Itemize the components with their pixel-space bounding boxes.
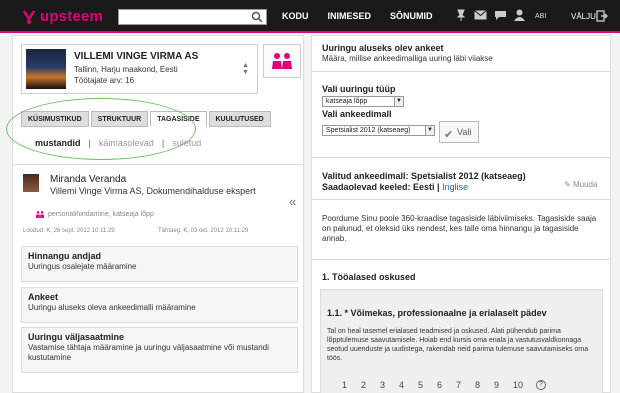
company-switch-icon[interactable]: ▲ ▼ <box>242 62 249 76</box>
help-link[interactable]: ABI <box>535 13 546 20</box>
logo-icon <box>22 10 36 24</box>
person-role: Villemi Vinge Virma AS, Dokumendihalduse… <box>50 186 256 196</box>
type-label: Vali uuringu tüüp <box>322 84 396 94</box>
chevron-down-icon: ▼ <box>394 97 403 106</box>
question-title: 1.1. * Võimekas, professionaalne ja eria… <box>327 308 547 318</box>
divider <box>13 164 303 165</box>
languages-label: Saadaolevad keeled: Eesti | <box>322 182 440 192</box>
tags-text: personalihindamine, katseaja lõpp <box>48 211 154 218</box>
dates-row: Loodud: K, 26 sept. 2012 10:11:29 Tähtae… <box>23 228 283 234</box>
template-select-value: Spetsialist 2012 (katseaeg) <box>326 127 411 134</box>
nav-item-inimesed[interactable]: INIMESED <box>328 11 372 21</box>
edit-label: Muuda <box>572 180 598 189</box>
nav-item-kodu[interactable]: KODU <box>282 11 309 21</box>
highlight-ellipse <box>6 98 196 160</box>
divider <box>312 157 610 158</box>
language-link-inglise[interactable]: Inglise <box>442 182 468 192</box>
user-icon[interactable] <box>514 9 525 21</box>
filter-kaimasolevad[interactable]: käimasolevad <box>99 138 154 148</box>
panel-title: Uuringu aluseks olev ankeet <box>322 43 444 53</box>
choose-button-label: Vali <box>457 127 472 137</box>
filter-separator: | <box>88 138 91 148</box>
company-staff-count: Töötajate arv: 16 <box>74 76 135 85</box>
avatar <box>23 174 39 192</box>
rating-option[interactable]: 5 <box>418 380 437 390</box>
rating-scale: 1 2 3 4 5 6 7 8 9 10 ? <box>342 380 546 390</box>
rating-option[interactable]: 4 <box>399 380 418 390</box>
divider <box>312 259 610 260</box>
person-name[interactable]: Miranda Veranda <box>50 174 126 185</box>
top-icons <box>455 9 525 21</box>
company-location: Tallinn, Harju maakond, Eesti <box>74 65 178 74</box>
pin-icon[interactable] <box>455 9 467 21</box>
status-filters: mustandid | käimasolevad | suletud <box>35 138 201 148</box>
right-panel: Uuringu aluseks olev ankeet Määra, milli… <box>311 35 611 393</box>
collapse-icon[interactable]: « <box>289 194 296 209</box>
help-icon[interactable]: ? <box>536 380 546 390</box>
created-date: Loodud: K, 26 sept. 2012 10:11:29 <box>23 228 115 234</box>
logout-link[interactable]: VÄLJU <box>571 12 596 21</box>
company-card[interactable]: VILLEMI VINGE VIRMA AS Tallinn, Harju ma… <box>21 44 258 94</box>
logout-icon[interactable] <box>596 10 608 22</box>
deadline-date: Tähtaeg: K, 03 okt. 2012 10:11:29 <box>158 228 249 234</box>
card-ankeet[interactable]: Ankeet Uuringu aluseks oleva ankeedimall… <box>21 287 298 323</box>
template-label: Vali ankeedimall <box>322 109 392 119</box>
divider <box>312 71 610 72</box>
filter-separator: | <box>161 138 165 148</box>
chat-icon[interactable] <box>494 10 507 21</box>
choose-button[interactable]: ✔ Vali <box>439 121 479 143</box>
card-subtitle: Uuringus osalejate määramine <box>28 262 137 271</box>
search-icon[interactable] <box>251 11 263 23</box>
people-button[interactable] <box>263 44 301 78</box>
rating-option[interactable]: 9 <box>494 380 513 390</box>
logo-text: upsteem <box>40 7 104 25</box>
logo[interactable]: upsteem <box>20 7 103 25</box>
card-valjasaatmine[interactable]: Uuringu väljasaatmine Vastamise tähtaja … <box>21 327 298 373</box>
company-image <box>26 49 66 89</box>
card-title: Ankeet <box>28 292 59 302</box>
pencil-icon: ✎ <box>564 180 571 189</box>
card-hinnangu-andjad[interactable]: Hinnangu andjad Uuringus osalejate määra… <box>21 246 298 282</box>
rating-option[interactable]: 3 <box>380 380 399 390</box>
edit-link[interactable]: ✎ Muuda <box>564 180 597 189</box>
chevron-down-icon: ▼ <box>425 126 434 135</box>
selected-template: Valitud ankeedimall: Spetsialist 2012 (k… <box>322 171 526 181</box>
type-select[interactable]: katseaja lõpp ▼ <box>322 96 404 107</box>
tab-kuulutused[interactable]: KUULUTUSED <box>208 111 271 127</box>
rating-option[interactable]: 1 <box>342 380 361 390</box>
people-small-icon <box>35 211 45 218</box>
description: Poordume Sinu poole 360-kraadise tagasis… <box>322 214 597 243</box>
left-panel: VILLEMI VINGE VIRMA AS Tallinn, Harju ma… <box>6 35 304 393</box>
rating-option[interactable]: 10 <box>513 380 532 390</box>
people-icon <box>272 53 292 69</box>
type-select-value: katseaja lõpp <box>326 98 368 105</box>
filter-mustandid[interactable]: mustandid <box>35 138 81 148</box>
filter-suletud[interactable]: suletud <box>172 138 201 148</box>
template-select[interactable]: Spetsialist 2012 (katseaeg) ▼ <box>322 125 435 136</box>
section-title: 1. Tööalased oskused <box>322 272 416 282</box>
card-subtitle: Uuringu aluseks oleva ankeedimalli määra… <box>28 303 196 312</box>
panel-subtitle: Määra, millise ankeedimalliga uuring läb… <box>322 54 493 63</box>
divider <box>312 199 610 200</box>
search-input[interactable] <box>118 9 267 25</box>
card-title: Uuringu väljasaatmine <box>28 332 125 342</box>
person-tags: personalihindamine, katseaja lõpp <box>35 210 154 219</box>
rating-option[interactable]: 8 <box>475 380 494 390</box>
main-nav: KODU INIMESED SÕNUMID <box>282 11 452 21</box>
card-subtitle: Vastamise tähtaja määramine ja uuringu v… <box>28 343 269 362</box>
rating-option[interactable]: 2 <box>361 380 380 390</box>
languages: Saadaolevad keeled: Eesti | Inglise <box>322 182 468 192</box>
envelope-icon[interactable] <box>474 10 487 20</box>
top-bar: upsteem KODU INIMESED SÕNUMID ABI VÄLJU <box>0 0 620 33</box>
check-icon: ✔ <box>444 129 454 141</box>
company-name: VILLEMI VINGE VIRMA AS <box>74 51 199 62</box>
nav-item-sonumid[interactable]: SÕNUMID <box>390 11 433 21</box>
card-title: Hinnangu andjad <box>28 251 101 261</box>
rating-option[interactable]: 7 <box>456 380 475 390</box>
rating-option[interactable]: 6 <box>437 380 456 390</box>
question-text: Tal on heal tasemel erialased teadmised … <box>327 328 589 362</box>
